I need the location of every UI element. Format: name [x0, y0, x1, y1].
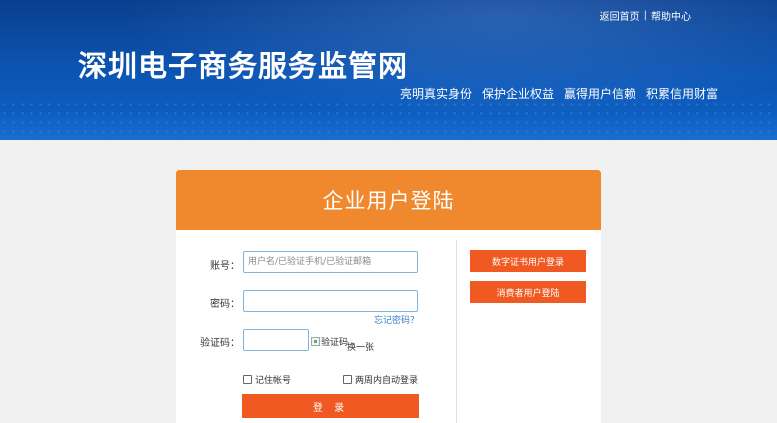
- password-label: 密码：: [210, 299, 240, 310]
- cert-login-button[interactable]: 数字证书用户登录: [470, 250, 586, 272]
- captcha-input[interactable]: [243, 329, 309, 351]
- card-divider: [456, 240, 457, 423]
- forgot-password-link[interactable]: 忘记密码？: [374, 313, 419, 326]
- remember-account-label: 记住帐号: [255, 376, 292, 386]
- broken-image-icon: [311, 337, 320, 346]
- consumer-login-button[interactable]: 消费者用户登陆: [470, 281, 586, 303]
- auto-login-label: 两周内自动登录: [355, 376, 419, 386]
- home-link[interactable]: 返回首页: [600, 8, 640, 23]
- remember-account-checkbox[interactable]: [243, 375, 252, 384]
- login-button[interactable]: 登 录: [242, 394, 419, 418]
- auto-login-option[interactable]: 两周内自动登录: [343, 373, 418, 386]
- slogan-item: 保护企业权益: [482, 87, 555, 101]
- remember-account-option[interactable]: 记住帐号: [243, 373, 291, 386]
- auto-login-checkbox[interactable]: [343, 375, 352, 384]
- slogan-item: 亮明真实身份: [400, 87, 473, 101]
- password-input[interactable]: [243, 290, 418, 312]
- top-links: 返回首页 | 帮助中心: [600, 8, 691, 23]
- header-banner: 返回首页 | 帮助中心 深圳电子商务服务监管网 亮明真实身份 保护企业权益 赢得…: [0, 0, 777, 140]
- site-title: 深圳电子商务服务监管网: [78, 49, 409, 83]
- slogan-item: 积累信用财富: [646, 87, 719, 101]
- banner-band: [0, 112, 777, 140]
- help-link[interactable]: 帮助中心: [651, 8, 691, 23]
- login-card: 企业用户登陆 账号： 密码： 忘记密码？ 验证码： 验证码 换一张 记住帐号 两…: [176, 170, 601, 423]
- captcha-alt-text: 验证码: [321, 338, 349, 348]
- captcha-image[interactable]: 验证码: [311, 335, 348, 348]
- account-input[interactable]: [243, 251, 418, 273]
- account-label: 账号：: [210, 261, 240, 272]
- captcha-label: 验证码：: [200, 338, 240, 349]
- refresh-captcha-link[interactable]: 换一张: [347, 340, 374, 353]
- top-links-separator: |: [643, 10, 647, 21]
- slogans: 亮明真实身份 保护企业权益 赢得用户信赖 积累信用财富: [400, 85, 718, 102]
- slogan-item: 赢得用户信赖: [564, 87, 637, 101]
- login-title: 企业用户登陆: [176, 170, 601, 230]
